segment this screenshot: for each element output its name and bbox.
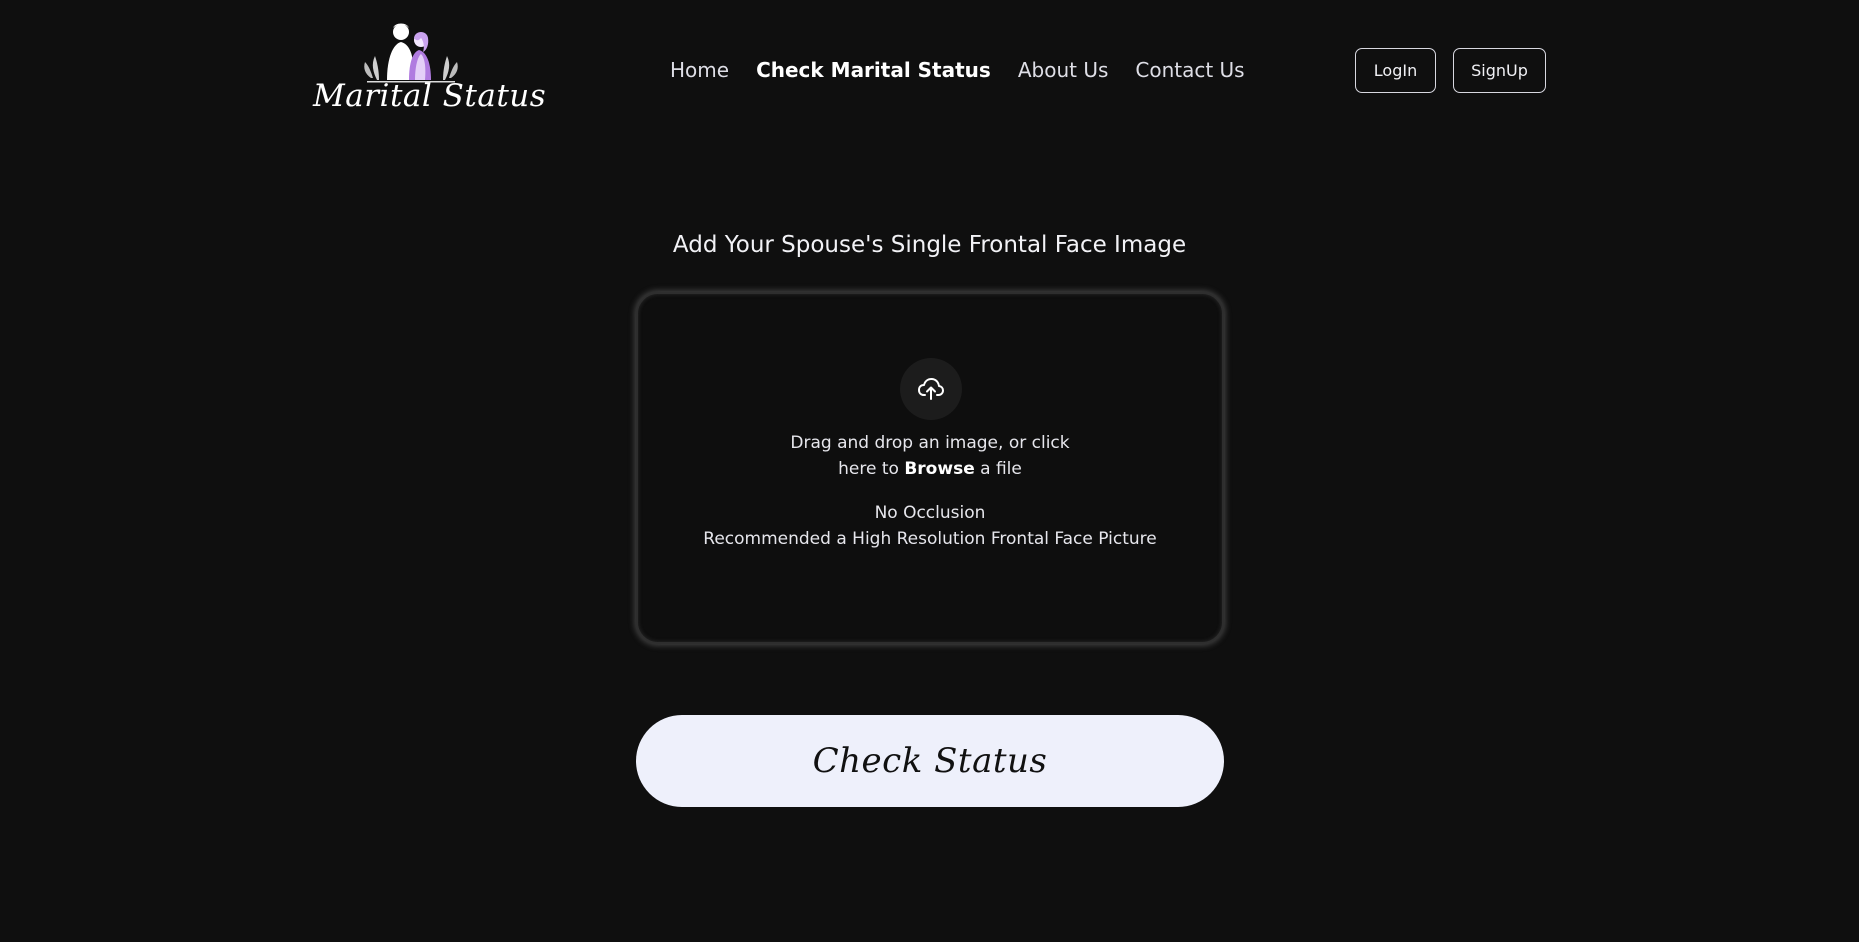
nav-about-us-link[interactable]: About Us: [1018, 58, 1109, 82]
browse-suffix: a file: [980, 459, 1022, 479]
nav-check-marital-status-link[interactable]: Check Marital Status: [756, 58, 991, 82]
page: Marital Status Home Check Marital Status…: [0, 0, 1859, 942]
dropzone-instruction: Drag and drop an image, or click: [790, 433, 1070, 453]
nav-contact-us-link[interactable]: Contact Us: [1135, 58, 1244, 82]
dropzone-browse-line: here to Browse a file: [638, 456, 1222, 482]
browse-prefix: here to: [838, 459, 899, 479]
hint-no-occlusion: No Occlusion: [874, 503, 986, 523]
couple-silhouette-icon: [364, 23, 458, 83]
nav-home-link[interactable]: Home: [670, 58, 729, 82]
upload-heading: Add Your Spouse's Single Frontal Face Im…: [672, 232, 1187, 258]
hint-high-resolution: Recommended a High Resolution Frontal Fa…: [703, 529, 1157, 549]
signup-button[interactable]: SignUp: [1453, 48, 1546, 93]
image-dropzone[interactable]: Drag and drop an image, or click here to…: [636, 292, 1224, 644]
check-status-button[interactable]: Check Status: [636, 715, 1224, 807]
upload-icon-wrapper[interactable]: [900, 358, 962, 420]
brand-logo[interactable]: Marital Status: [313, 22, 547, 122]
brand-name: Marital Status: [313, 78, 547, 114]
main-nav: Home Check Marital Status About Us Conta…: [670, 52, 1245, 88]
cloud-upload-icon: [918, 378, 944, 400]
browse-link[interactable]: Browse: [904, 459, 974, 479]
login-button[interactable]: LogIn: [1355, 48, 1436, 93]
